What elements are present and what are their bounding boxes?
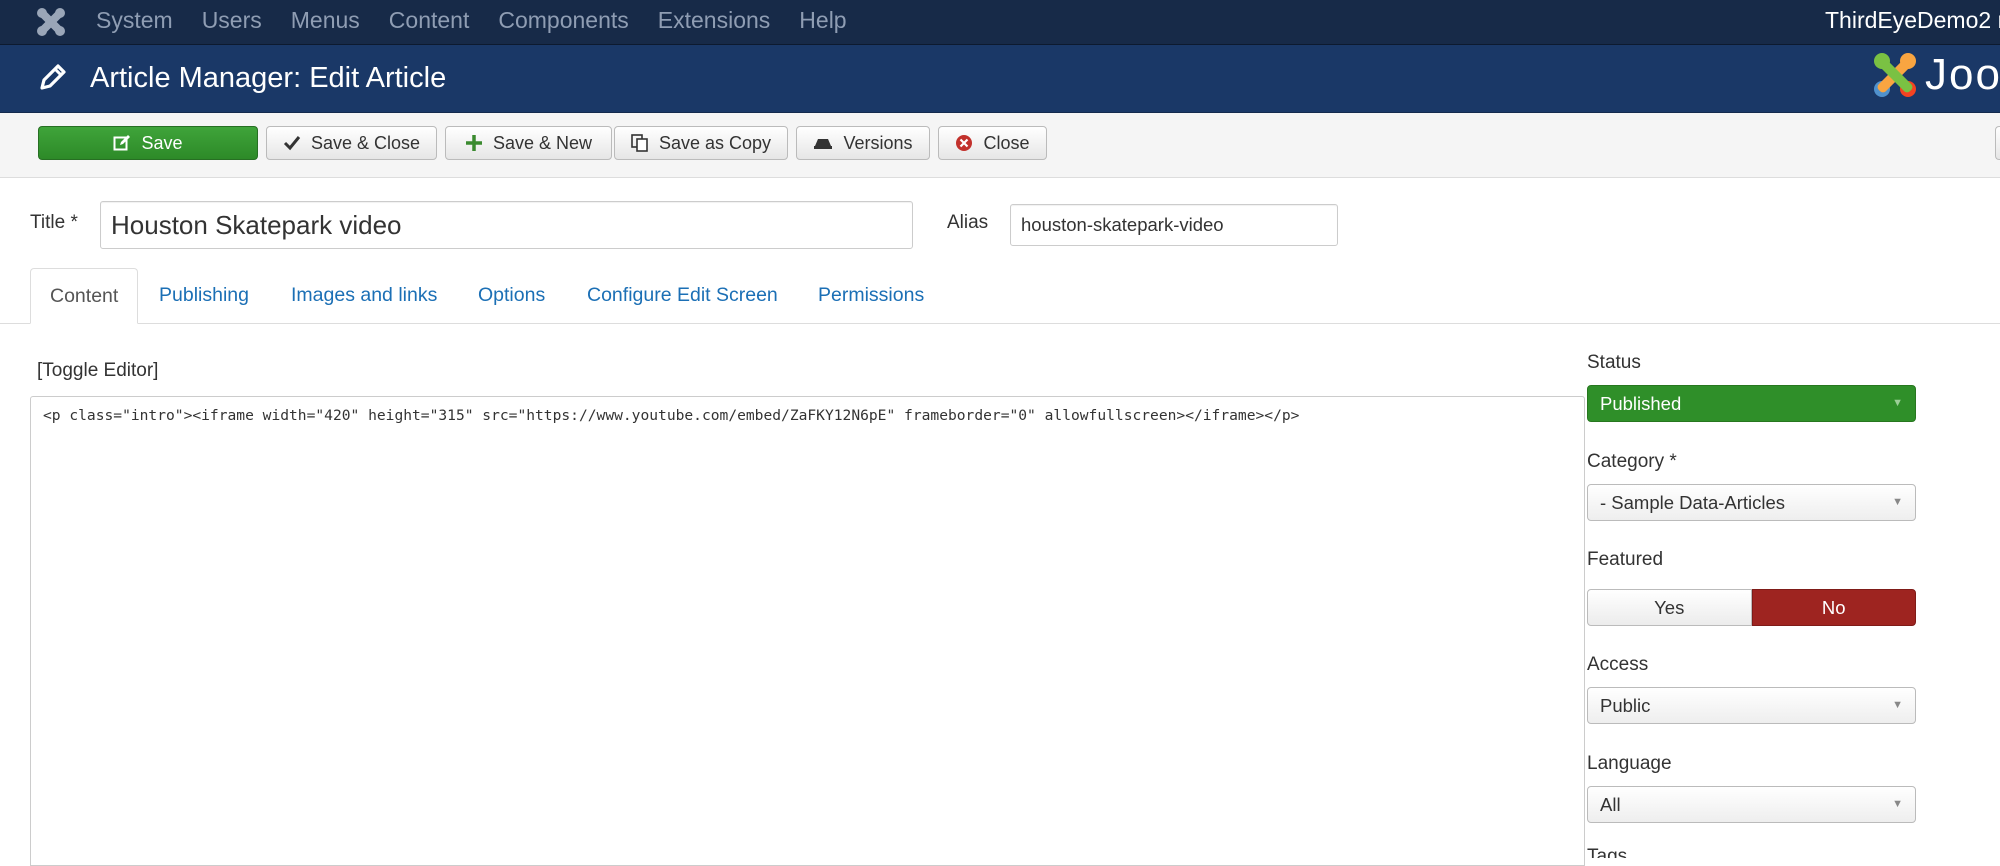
- status-select[interactable]: Published ▼: [1587, 385, 1916, 422]
- joomla-icon[interactable]: [34, 5, 68, 39]
- save-as-copy-label: Save as Copy: [658, 132, 772, 153]
- article-text-editor[interactable]: <p class="intro"><iframe width="420" hei…: [30, 396, 1585, 866]
- language-select[interactable]: All ▼: [1587, 786, 1916, 823]
- chevron-down-icon: ▼: [1892, 496, 1903, 508]
- page-title: Article Manager: Edit Article: [90, 62, 447, 94]
- access-value: Public: [1600, 695, 1651, 716]
- joomla-logo-icon: [1874, 53, 1916, 97]
- category-label: Category *: [1587, 451, 1677, 472]
- tab-content[interactable]: Content: [30, 268, 139, 324]
- edit-tabs: Content Publishing Images and links Opti…: [0, 268, 2000, 324]
- admin-menu: System Users Menus Content Components Ex…: [96, 0, 876, 44]
- menu-extensions[interactable]: Extensions: [658, 0, 771, 44]
- title-input[interactable]: [100, 201, 913, 249]
- save-new-label: Save & New: [492, 132, 593, 153]
- chevron-down-icon: ▼: [1892, 397, 1903, 409]
- copy-icon: [631, 134, 649, 152]
- plus-icon: [465, 134, 483, 152]
- tab-options[interactable]: Options: [459, 268, 564, 323]
- toolbar: Save Save & Close Save & New Save as Cop…: [0, 113, 2000, 178]
- versions-label: Versions: [843, 132, 913, 153]
- checkmark-icon: [283, 135, 301, 151]
- category-value: - Sample Data-Articles: [1600, 492, 1786, 513]
- menu-users[interactable]: Users: [202, 0, 262, 44]
- access-label: Access: [1587, 654, 1649, 675]
- tags-label-clip: Tags: [1587, 846, 1647, 858]
- menu-help[interactable]: Help: [799, 0, 846, 44]
- status-value: Published: [1600, 393, 1682, 414]
- featured-label: Featured: [1587, 549, 1664, 570]
- tab-configure-edit-screen[interactable]: Configure Edit Screen: [568, 268, 797, 323]
- versions-button[interactable]: Versions: [796, 126, 930, 160]
- tags-label: Tags: [1587, 846, 1628, 858]
- alias-input[interactable]: [1010, 204, 1338, 246]
- category-select[interactable]: - Sample Data-Articles ▼: [1587, 484, 1916, 521]
- tab-publishing[interactable]: Publishing: [140, 268, 268, 323]
- save-new-button[interactable]: Save & New: [445, 126, 612, 160]
- menu-content[interactable]: Content: [389, 0, 470, 44]
- toolbar-help-button[interactable]: [1995, 126, 2000, 160]
- featured-no-button[interactable]: No: [1751, 589, 1916, 626]
- chevron-down-icon: ▼: [1892, 798, 1903, 810]
- tab-permissions[interactable]: Permissions: [799, 268, 943, 323]
- tab-images-and-links[interactable]: Images and links: [272, 268, 456, 323]
- alias-label: Alias: [947, 212, 989, 233]
- save-close-label: Save & Close: [310, 132, 421, 153]
- save-close-button[interactable]: Save & Close: [266, 126, 437, 160]
- page-header: Article Manager: Edit Article Joo: [0, 45, 2000, 113]
- chevron-down-icon: ▼: [1892, 699, 1903, 711]
- featured-toggle: Yes No: [1587, 589, 1916, 626]
- edit-icon: [113, 134, 131, 152]
- save-as-copy-button[interactable]: Save as Copy: [614, 126, 788, 160]
- menu-components[interactable]: Components: [498, 0, 628, 44]
- title-label: Title *: [30, 212, 78, 233]
- admin-top-nav: System Users Menus Content Components Ex…: [0, 0, 2000, 45]
- close-button[interactable]: Close: [938, 126, 1047, 160]
- site-name-link[interactable]: ThirdEyeDemo2 r: [1825, 0, 2000, 40]
- close-label: Close: [983, 132, 1030, 153]
- menu-system[interactable]: System: [96, 0, 173, 44]
- menu-menus[interactable]: Menus: [291, 0, 360, 44]
- status-label: Status: [1587, 352, 1641, 373]
- archive-icon: [813, 136, 833, 150]
- pencil-icon: [40, 64, 66, 90]
- access-select[interactable]: Public ▼: [1587, 687, 1916, 724]
- language-value: All: [1600, 794, 1621, 815]
- save-button[interactable]: Save: [38, 126, 258, 160]
- close-circle-icon: [955, 134, 973, 152]
- joomla-brand-text: Joo: [1925, 50, 2000, 99]
- featured-yes-button[interactable]: Yes: [1587, 589, 1752, 626]
- toggle-editor-link[interactable]: [Toggle Editor]: [37, 360, 158, 382]
- language-label: Language: [1587, 753, 1672, 774]
- save-label: Save: [141, 132, 183, 153]
